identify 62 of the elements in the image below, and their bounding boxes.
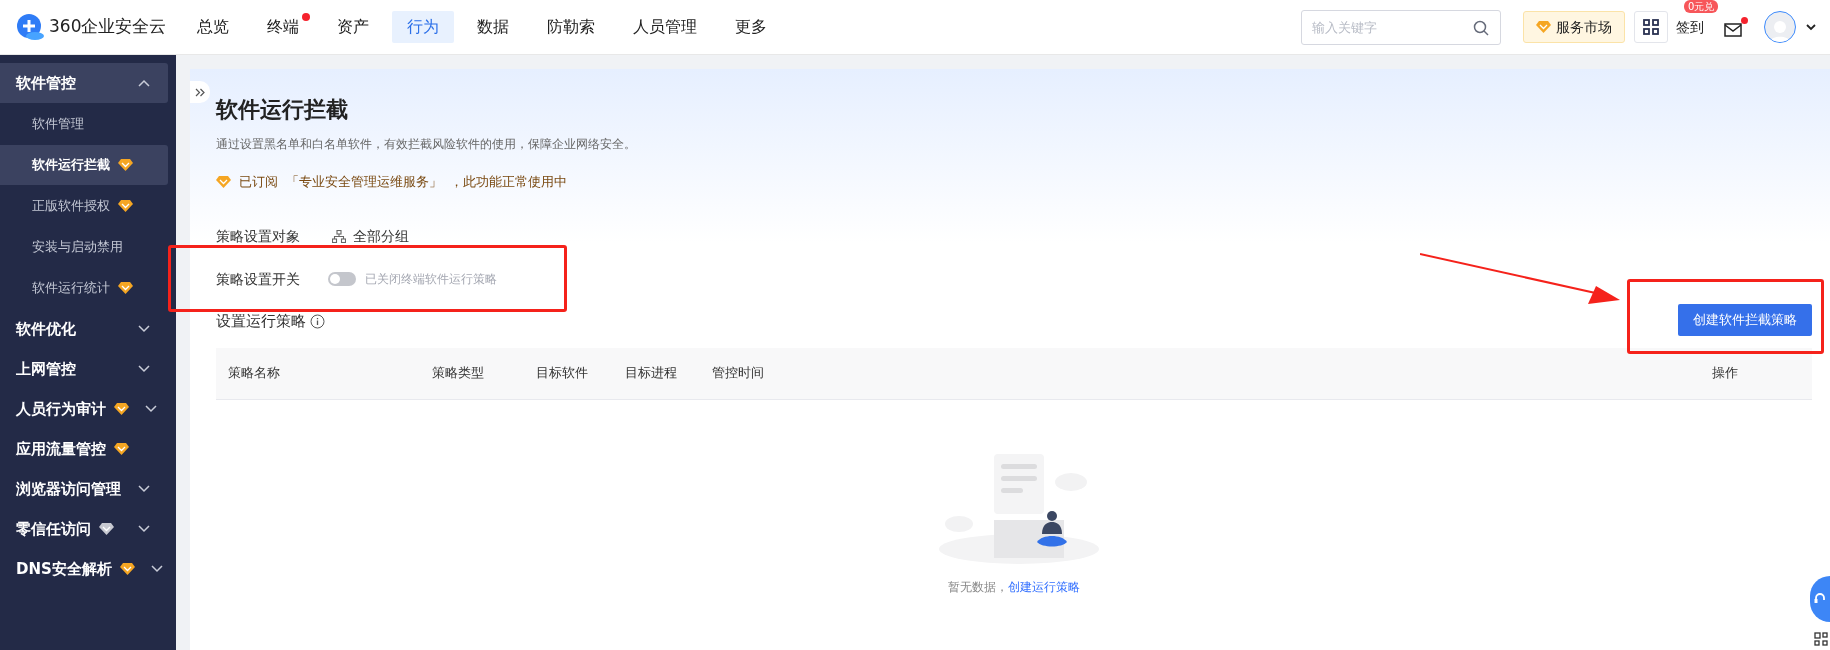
check-in-button[interactable]: 签到 xyxy=(1676,17,1704,38)
field-label: 策略设置开关 xyxy=(216,269,301,289)
empty-message: 暂无数据， xyxy=(948,578,1008,596)
org-tree-icon xyxy=(332,229,346,243)
grid-icon xyxy=(1643,19,1659,35)
sidebar-item[interactable]: 软件运行拦截 xyxy=(0,145,168,185)
column-header: 管控时间 xyxy=(712,365,764,381)
sidebar-item[interactable]: 软件运行统计 xyxy=(0,268,168,308)
diamond-icon xyxy=(216,175,231,188)
sidebar-group[interactable]: 应用流量管控 xyxy=(0,429,168,469)
policy-toggle[interactable] xyxy=(328,272,356,286)
headset-icon xyxy=(1814,592,1826,606)
nav-tab[interactable]: 行为 xyxy=(392,11,454,43)
page-title: 软件运行拦截 xyxy=(216,96,349,124)
sidebar-group[interactable]: 浏览器访问管理 xyxy=(0,469,168,509)
search-field[interactable]: 输入关键字 xyxy=(1301,9,1501,45)
column-header: 目标进程 xyxy=(625,365,677,381)
sidebar-group[interactable]: 软件管控 xyxy=(0,63,168,103)
group-value: 全部分组 xyxy=(353,226,409,246)
nav-tab[interactable]: 总览 xyxy=(182,11,244,43)
column-header: 操作 xyxy=(1712,365,1738,381)
sidebar-group[interactable]: 零信任访问 xyxy=(0,509,168,549)
mail-button[interactable] xyxy=(1724,15,1750,39)
nav-tab[interactable]: 人员管理 xyxy=(618,11,712,43)
nav-tab[interactable]: 更多 xyxy=(720,11,782,43)
subscription-text: 「专业安全管理运维服务」 xyxy=(286,173,442,191)
nav-tab[interactable]: 防勒索 xyxy=(532,11,610,43)
info-icon xyxy=(310,313,325,329)
promo-badge: 0元兑 xyxy=(1684,0,1719,13)
subscription-text: ，此功能正常使用中 xyxy=(450,173,567,191)
toggle-status: 已关闭终端软件运行策略 xyxy=(365,271,497,288)
sidebar-group[interactable]: DNS安全解析 xyxy=(0,549,168,589)
diamond-icon xyxy=(1536,21,1551,33)
nav-tab[interactable]: 数据 xyxy=(462,11,524,43)
sidebar-group[interactable]: 上网管控 xyxy=(0,349,168,389)
column-header: 目标软件 xyxy=(536,365,588,381)
double-chevron-right-icon xyxy=(195,87,205,97)
page-description: 通过设置黑名单和白名单软件，有效拦截风险软件的使用，保障企业网络安全。 xyxy=(216,136,637,153)
column-header: 策略名称 xyxy=(228,365,280,381)
column-header: 策略类型 xyxy=(432,365,484,381)
apps-grid-button[interactable] xyxy=(1634,11,1668,43)
qr-code-icon[interactable] xyxy=(1814,632,1828,646)
sidebar-item[interactable]: 正版软件授权 xyxy=(0,186,168,226)
expand-toggle[interactable] xyxy=(190,81,210,103)
field-label: 策略设置对象 xyxy=(216,226,301,246)
create-policy-button[interactable]: 创建软件拦截策略 xyxy=(1678,303,1812,336)
chevron-down-icon[interactable] xyxy=(1806,23,1816,31)
subscription-text: 已订阅 xyxy=(239,173,278,191)
section-title: 设置运行策略 xyxy=(216,311,306,332)
sidebar-group[interactable]: 人员行为审计 xyxy=(0,389,168,429)
sidebar-item[interactable]: 安装与启动禁用 xyxy=(0,227,168,267)
search-icon xyxy=(1473,19,1489,36)
mail-icon xyxy=(1724,23,1742,37)
sidebar-item[interactable]: 软件管理 xyxy=(0,104,168,144)
sidebar-group[interactable]: 软件优化 xyxy=(0,309,168,349)
avatar[interactable] xyxy=(1764,11,1796,43)
create-policy-link[interactable]: 创建运行策略 xyxy=(1008,577,1080,596)
service-market-button[interactable]: 服务市场 xyxy=(1523,11,1625,43)
nav-tab[interactable]: 终端 xyxy=(252,11,314,43)
logo-icon xyxy=(15,13,45,41)
nav-tab[interactable]: 资产 xyxy=(322,11,384,43)
logo-text: 360企业安全云 xyxy=(49,15,167,39)
